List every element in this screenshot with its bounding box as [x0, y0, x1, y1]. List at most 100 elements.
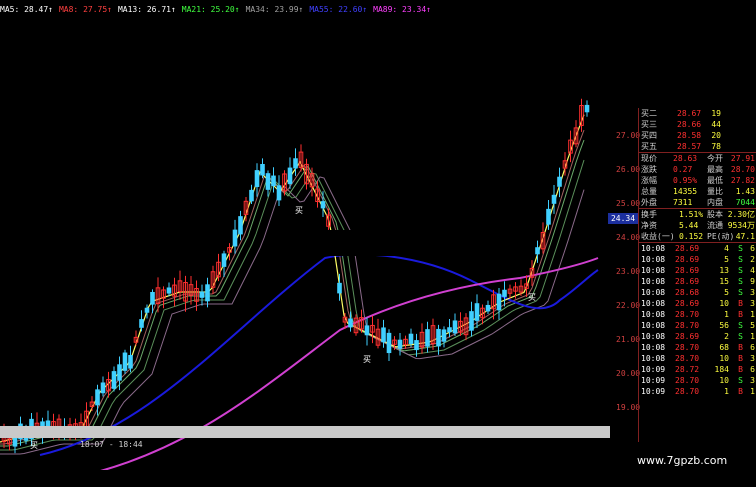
tick-count: 6	[750, 244, 755, 253]
candle-body	[254, 170, 260, 187]
fundamental-label: 股本	[707, 210, 723, 219]
fundamental-value: 47.1	[735, 232, 755, 241]
order-price: 28.57	[677, 142, 702, 151]
candle-body	[320, 201, 326, 209]
candle-body	[425, 329, 430, 347]
tick-time: 10:08	[641, 354, 666, 363]
candle-body	[584, 104, 590, 113]
quote-row: 买四 28.58 20	[639, 130, 756, 141]
candle-body	[199, 291, 205, 298]
candle-body	[397, 339, 403, 349]
quote-row: 10:09 28.72 184 B 6	[639, 364, 756, 375]
price-axis: 27.00 26.00 25.00 24.00 23.00 22.00 21.00 20.00…	[610, 0, 641, 420]
candle-body	[557, 176, 562, 187]
stat-value: 27.91	[730, 154, 755, 163]
stat-value: 28.70	[730, 165, 755, 174]
tick-side: S	[738, 288, 743, 297]
quote-row: 10:08 28.69 15 S 9	[639, 276, 756, 287]
tick-side: S	[738, 277, 743, 286]
tick-volume: 4	[724, 244, 729, 253]
tick-price: 28.69	[675, 332, 700, 341]
price-tick: 25.00	[616, 199, 641, 208]
tick-time: 10:08	[641, 343, 666, 352]
candle-body	[474, 303, 480, 321]
candle-body	[452, 320, 458, 334]
fundamental-label: 流通	[707, 221, 723, 230]
candle-body	[502, 289, 507, 297]
price-tick: 21.00	[616, 335, 641, 344]
overlay-panel	[325, 230, 397, 256]
tick-count: 2	[750, 255, 755, 264]
stat-label: 最低	[707, 176, 723, 185]
tick-time: 10:08	[641, 277, 666, 286]
tick-side: B	[738, 343, 743, 352]
fundamental-label: PE(动)	[707, 232, 735, 241]
candle-body	[232, 229, 238, 247]
quote-row: 涨跌 0.27 最高 28.70	[639, 164, 756, 175]
tick-volume: 1	[724, 387, 729, 396]
stat-value: 28.63	[673, 154, 698, 163]
tick-side: S	[738, 244, 743, 253]
tick-count: 3	[750, 288, 755, 297]
fundamental-label: 收益(一)	[641, 232, 675, 241]
tick-price: 28.70	[675, 343, 700, 352]
tick-count: 1	[750, 332, 755, 341]
candle-body	[414, 340, 419, 351]
tick-price: 28.70	[675, 354, 700, 363]
order-volume: 20	[711, 131, 721, 140]
tick-count: 9	[750, 277, 755, 286]
candle-body	[249, 189, 254, 202]
quote-row: 10:08 28.69 2 S 1	[639, 331, 756, 342]
time-range-label: 18:07 - 18:44	[80, 440, 143, 449]
tick-price: 28.69	[675, 244, 700, 253]
quote-row: 10:08 28.70 68 B 6	[639, 342, 756, 353]
fundamental-value: 1.51%	[679, 210, 704, 219]
order-label: 买五	[641, 142, 657, 151]
candle-body	[122, 352, 128, 371]
tick-price: 28.69	[675, 255, 700, 264]
tick-side: B	[738, 299, 743, 308]
candle-body	[221, 253, 227, 267]
quote-row: 买五 28.57 78	[639, 141, 756, 152]
tick-side: S	[738, 321, 743, 330]
stat-value: 0.95%	[673, 176, 698, 185]
tick-price: 28.69	[675, 299, 700, 308]
quote-row: 净资 5.44 流通 9534万	[639, 220, 756, 231]
buy-signal-label: 买	[30, 441, 38, 450]
time-scrollbar[interactable]	[0, 426, 610, 438]
quote-row: 10:08 28.69 13 S 4	[639, 265, 756, 276]
fundamental-label: 净资	[641, 221, 657, 230]
candle-body	[364, 325, 370, 336]
fundamental-value: 9534万	[727, 221, 755, 230]
tick-volume: 10	[719, 299, 729, 308]
order-price: 28.67	[677, 109, 702, 118]
tick-side: S	[738, 266, 743, 275]
tick-time: 10:08	[641, 266, 666, 275]
candle-body	[276, 185, 282, 201]
tick-volume: 10	[719, 354, 729, 363]
tick-side: S	[738, 376, 743, 385]
tick-price: 28.70	[675, 387, 700, 396]
buy-signal-label: 买	[528, 293, 536, 302]
price-tick: 24.00	[616, 233, 641, 242]
candle-body	[128, 355, 133, 369]
stat-value: 1.43	[735, 187, 755, 196]
tick-price: 28.72	[675, 365, 700, 374]
stock-chart-window: MA5: 28.47↑ MA8: 27.75↑ MA13: 26.71↑ MA21: …	[0, 0, 756, 487]
quote-row: 10:08 28.70 1 B 1	[639, 309, 756, 320]
tick-count: 6	[750, 365, 755, 374]
tick-side: B	[738, 387, 743, 396]
candle-body	[546, 208, 551, 225]
tick-side: B	[738, 354, 743, 363]
candle-body	[469, 311, 474, 331]
candle-body	[408, 333, 414, 344]
candle-body	[238, 216, 243, 235]
candlestick-chart[interactable]: 买买买买	[0, 0, 610, 470]
stat-label: 量比	[707, 187, 723, 196]
tick-time: 10:08	[641, 288, 666, 297]
tick-volume: 5	[724, 288, 729, 297]
tick-volume: 5	[724, 255, 729, 264]
order-volume: 44	[711, 120, 721, 129]
quote-row: 10:09 28.70 10 S 3	[639, 375, 756, 386]
quote-row: 外盘 7311 内盘 7044	[639, 197, 756, 208]
